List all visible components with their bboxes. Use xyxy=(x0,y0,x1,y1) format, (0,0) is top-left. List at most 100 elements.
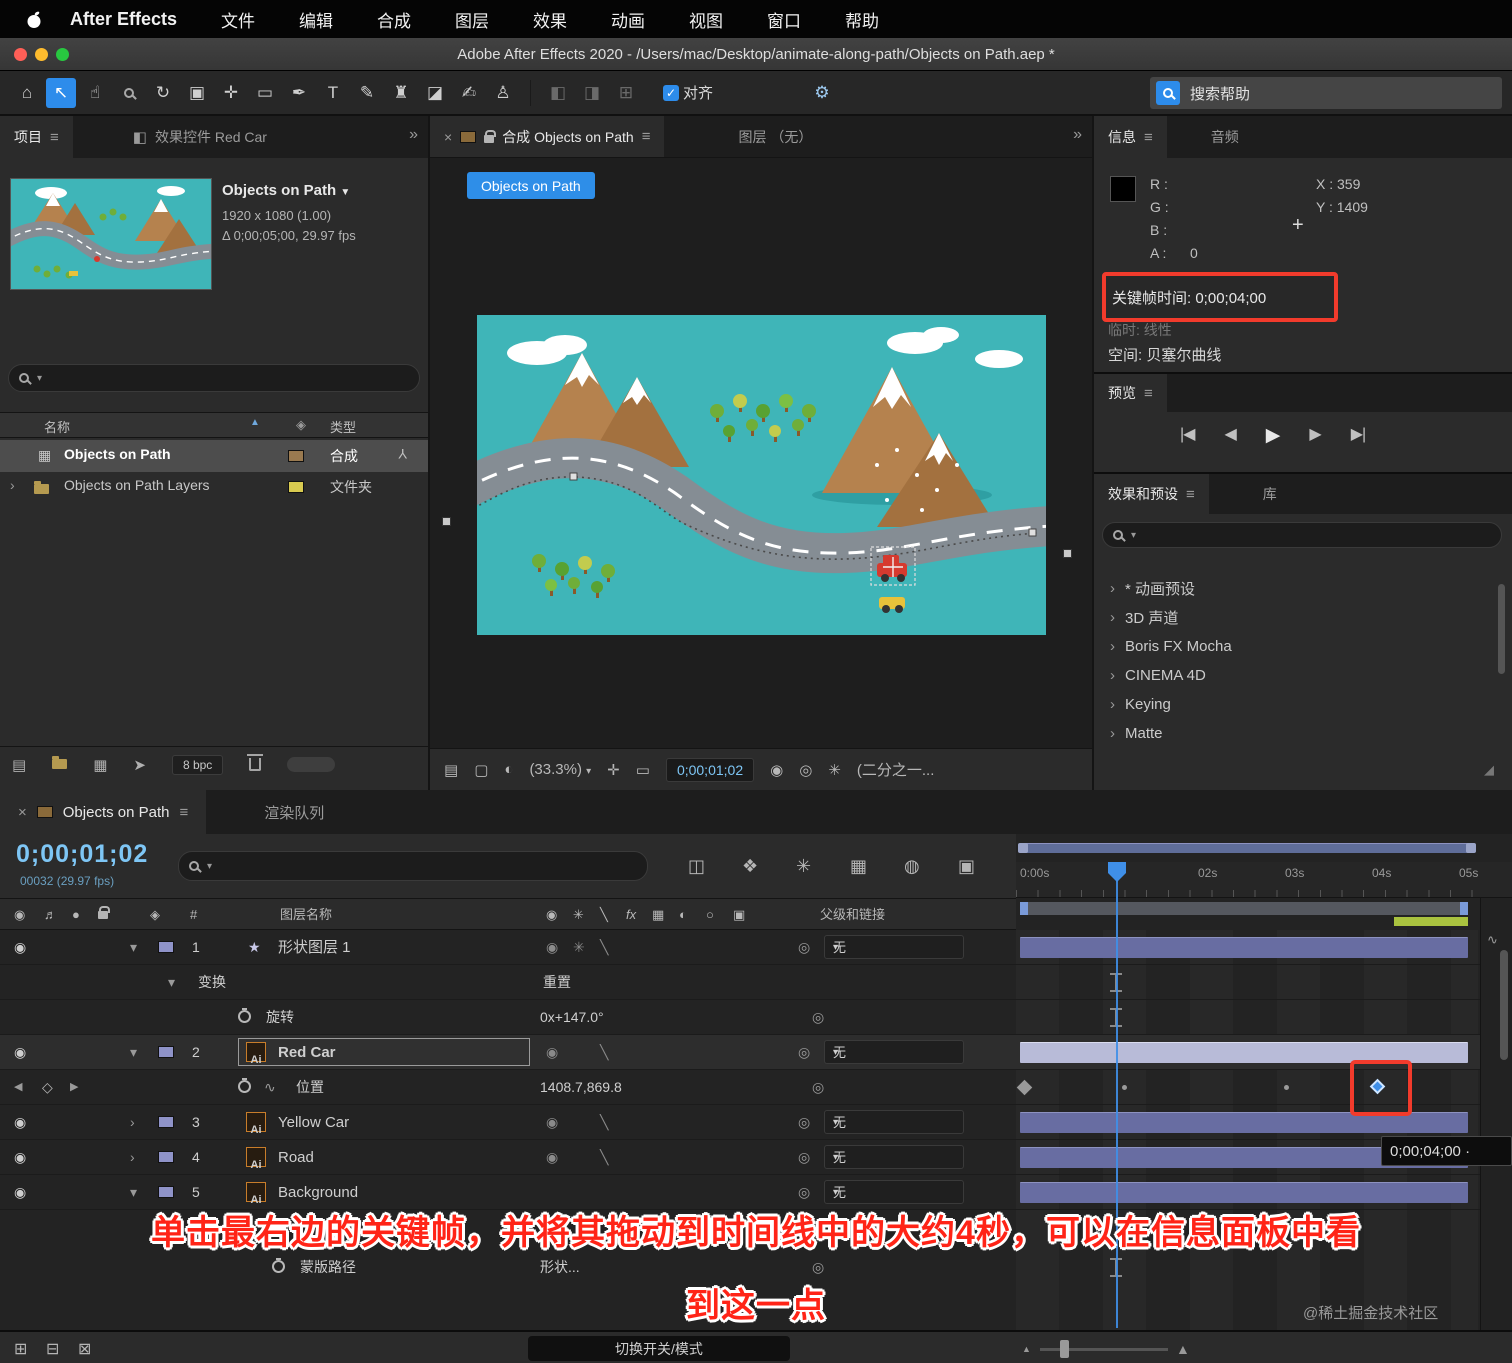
switch-icon[interactable]: ◉ xyxy=(546,1140,558,1175)
show-snapshot-icon[interactable]: ◎ xyxy=(799,761,812,779)
eye-icon[interactable]: ◉ xyxy=(14,1035,26,1070)
interpret-footage-icon[interactable]: ▤ xyxy=(12,756,26,774)
graph-toggle-icon[interactable]: ∿ xyxy=(1487,932,1498,948)
layer-name[interactable]: Road xyxy=(278,1140,314,1175)
menu-view[interactable]: 视图 xyxy=(689,7,723,32)
reset-link[interactable]: 重置 xyxy=(543,965,571,1000)
tab-info[interactable]: 信息 ≡ xyxy=(1094,116,1167,158)
switch-icon[interactable]: ✳ xyxy=(573,930,585,965)
project-item-name[interactable]: Objects on Path xyxy=(64,446,171,462)
workspace-icon-b[interactable]: ◨ xyxy=(577,78,607,108)
draft-3d-icon[interactable]: ❖ xyxy=(742,834,758,898)
collapse-layers-icon[interactable]: ⊟ xyxy=(46,1332,59,1363)
hide-shy-layers-icon[interactable]: ✳ xyxy=(796,834,811,898)
label-color-chip[interactable] xyxy=(288,450,304,462)
monitor-icon[interactable]: ▢ xyxy=(474,761,488,779)
composition-thumbnail[interactable] xyxy=(10,178,212,290)
project-search-input[interactable]: ▾ xyxy=(8,364,420,392)
composition-canvas[interactable] xyxy=(477,315,1046,635)
twirl-icon[interactable]: › xyxy=(1110,725,1115,742)
twirl-icon[interactable]: › xyxy=(130,1105,135,1140)
layer-color-chip[interactable] xyxy=(158,1046,174,1058)
switch-icon[interactable]: ╲ xyxy=(600,1035,608,1070)
delete-icon[interactable] xyxy=(247,754,264,771)
layer-row-road[interactable]: ◉ › 4 Ai Road ◉ ╲ ◎ 无 ▾ xyxy=(0,1140,1496,1175)
twirl-icon[interactable]: ▾ xyxy=(130,1035,137,1070)
pickwhip-icon[interactable]: ◎ xyxy=(798,1035,810,1070)
pickwhip-icon[interactable]: ◎ xyxy=(798,1105,810,1140)
puppet-pin-tool-icon[interactable]: ♙ xyxy=(488,78,518,108)
tab-composition[interactable]: × 合成 Objects on Path ≡ xyxy=(430,116,665,157)
camera-tool-icon[interactable]: ▣ xyxy=(182,78,212,108)
pickwhip-icon[interactable]: ◎ xyxy=(798,1140,810,1175)
grid-guides-icon[interactable]: ✛ xyxy=(607,761,620,779)
property-row-rotation[interactable]: 旋转 0x+147.0° ◎ xyxy=(0,1000,1496,1035)
snapshot-icon[interactable]: ◉ xyxy=(770,761,783,779)
prev-keyframe-icon[interactable]: ◀ xyxy=(14,1070,22,1105)
twirl-icon[interactable]: › xyxy=(1110,638,1115,655)
frame-blending-icon[interactable]: ▦ xyxy=(850,834,867,898)
tab-library[interactable]: 库 xyxy=(1248,474,1291,514)
view-layout-icon[interactable]: ▤ xyxy=(444,761,458,779)
graph-icon[interactable]: ∿ xyxy=(264,1070,276,1105)
next-frame-button[interactable]: ▶ xyxy=(1309,424,1321,447)
channels-icon[interactable]: ◐ xyxy=(504,761,513,778)
project-bit-depth[interactable]: 8 bpc xyxy=(171,754,224,775)
effects-item-boris-fx-mocha[interactable]: › Boris FX Mocha xyxy=(1094,632,1504,661)
add-keyframe-icon[interactable]: ◇ xyxy=(42,1070,53,1105)
flowchart-icon[interactable]: Y xyxy=(398,446,407,462)
effects-item-keying[interactable]: › Keying xyxy=(1094,690,1504,719)
timeline-search-input[interactable]: ▾ xyxy=(178,851,648,881)
panel-menu-icon[interactable]: ≡ xyxy=(1144,385,1153,402)
comp-navigator-button[interactable]: Objects on Path xyxy=(467,172,595,199)
menu-app-name[interactable]: After Effects xyxy=(70,9,177,30)
selection-tool-icon[interactable]: ↖ xyxy=(46,77,76,108)
shape-tool-icon[interactable]: ▭ xyxy=(250,78,280,108)
layer-name-column-header[interactable]: 图层名称 xyxy=(280,899,332,931)
layer-duration-bar[interactable] xyxy=(1020,1182,1468,1203)
property-label[interactable]: 旋转 xyxy=(266,1000,294,1035)
stopwatch-icon[interactable] xyxy=(238,1008,251,1023)
composition-mini-flowchart-icon[interactable]: ◫ xyxy=(688,834,705,898)
new-folder-icon[interactable] xyxy=(52,756,68,769)
tab-render-queue[interactable]: 渲染队列 xyxy=(246,790,342,834)
workspace-icon-a[interactable]: ◧ xyxy=(543,78,573,108)
eye-icon[interactable]: ◉ xyxy=(14,1105,26,1140)
zoom-out-icon[interactable]: ▲ xyxy=(1022,1332,1031,1363)
effects-item-matte[interactable]: › Matte xyxy=(1094,719,1504,748)
expand-layers-icon[interactable]: ⊞ xyxy=(14,1332,27,1363)
sort-asc-icon[interactable]: ▲ xyxy=(250,417,260,428)
menu-window[interactable]: 窗口 xyxy=(767,7,801,32)
eraser-tool-icon[interactable]: ◪ xyxy=(420,78,450,108)
zoom-level-dropdown[interactable]: (33.3%) ▾ xyxy=(529,761,591,778)
first-frame-button[interactable]: |◀ xyxy=(1180,424,1196,447)
close-window-button[interactable] xyxy=(14,48,27,61)
panel-menu-icon[interactable]: ≡ xyxy=(180,804,189,821)
layer-row-yellow-car[interactable]: ◉ › 3 Ai Yellow Car ◉ ╲ ◎ 无 ▾ xyxy=(0,1105,1496,1140)
work-area-bar[interactable] xyxy=(1020,902,1468,915)
effects-search-input[interactable]: ▾ xyxy=(1102,522,1502,548)
last-frame-button[interactable]: ▶| xyxy=(1351,424,1367,447)
region-of-interest-icon[interactable]: ▭ xyxy=(636,761,650,779)
orbit-camera-tool-icon[interactable]: ↻ xyxy=(148,78,178,108)
menu-file[interactable]: 文件 xyxy=(221,7,255,32)
roto-brush-tool-icon[interactable]: ✍ xyxy=(454,78,484,108)
motion-blur-icon[interactable]: ◍ xyxy=(904,834,920,898)
twirl-icon[interactable]: › xyxy=(1110,696,1115,713)
tab-audio[interactable]: 音频 xyxy=(1196,116,1253,158)
gear-icon[interactable]: ⚙ xyxy=(807,78,837,108)
menu-help[interactable]: 帮助 xyxy=(845,7,879,32)
layer-name[interactable]: Red Car xyxy=(278,1035,336,1070)
next-keyframe-icon[interactable]: ▶ xyxy=(70,1070,78,1105)
twirl-icon[interactable]: › xyxy=(10,477,15,493)
pen-tool-icon[interactable]: ✒ xyxy=(284,78,314,108)
hand-tool-icon[interactable]: ☝ xyxy=(80,78,110,108)
eye-icon[interactable]: ◉ xyxy=(14,1140,26,1175)
layer-color-chip[interactable] xyxy=(158,1116,174,1128)
twirl-icon[interactable]: › xyxy=(1110,667,1115,684)
zoom-window-button[interactable] xyxy=(56,48,69,61)
close-icon[interactable]: × xyxy=(444,129,452,145)
twirl-icon[interactable]: › xyxy=(1110,580,1115,597)
menu-composition[interactable]: 合成 xyxy=(377,7,411,32)
tab-layer-viewer[interactable]: 图层 （无） xyxy=(724,116,827,157)
